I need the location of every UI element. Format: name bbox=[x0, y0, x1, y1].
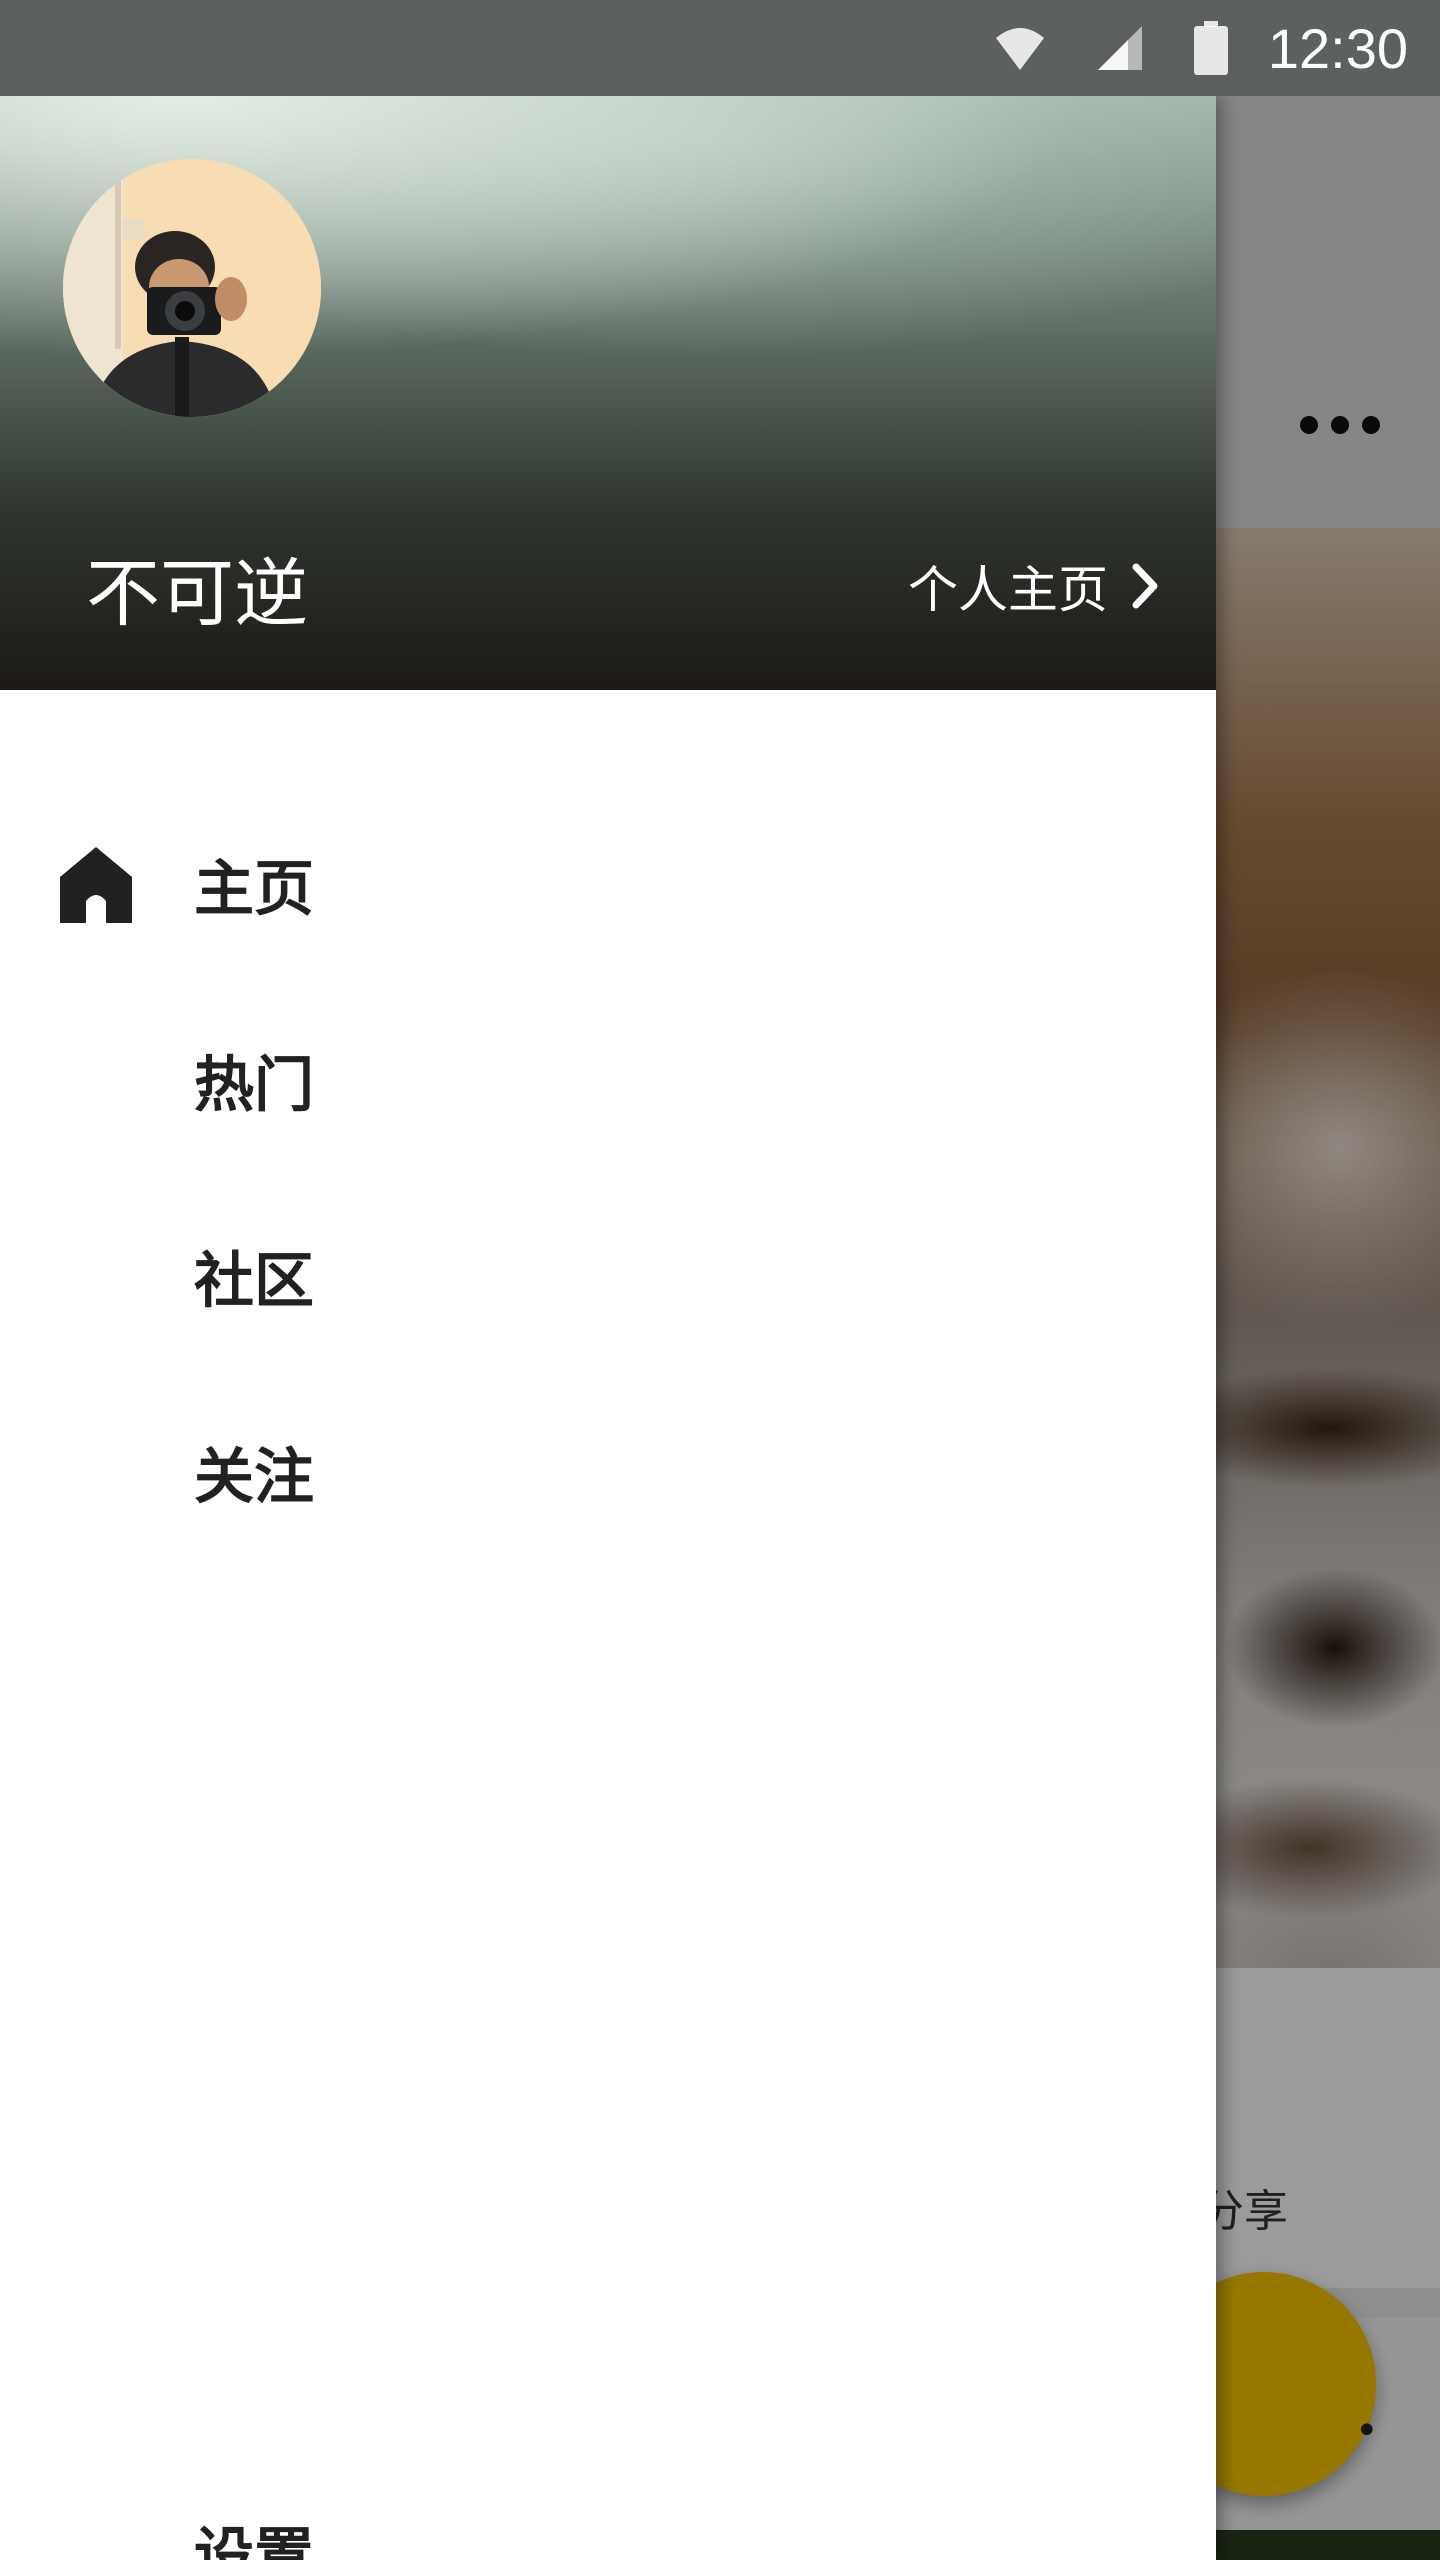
drawer-header: 不可逆 个人主页 bbox=[0, 96, 1216, 690]
battery-icon bbox=[1193, 21, 1228, 75]
status-time: 12:30 bbox=[1267, 16, 1408, 80]
navigation-drawer: 不可逆 个人主页 主页 热门 社区 关注 设置 bbox=[0, 96, 1216, 2560]
menu-item-label: 热门 bbox=[194, 1050, 314, 1121]
menu-item-following[interactable]: 关注 bbox=[0, 1374, 1216, 1570]
profile-link[interactable]: 个人主页 bbox=[908, 550, 1160, 622]
profile-link-label: 个人主页 bbox=[908, 561, 1108, 619]
menu-item-trending[interactable]: 热门 bbox=[0, 982, 1216, 1178]
menu-item-label: 社区 bbox=[194, 1246, 314, 1317]
avatar[interactable] bbox=[63, 159, 321, 417]
drawer-menu: 主页 热门 社区 关注 bbox=[0, 786, 1216, 1570]
settings-label: 设置 bbox=[194, 2521, 314, 2560]
status-bar: 12:30 bbox=[0, 0, 1440, 96]
menu-item-home[interactable]: 主页 bbox=[0, 786, 1216, 982]
home-icon bbox=[60, 847, 132, 923]
menu-item-label: 关注 bbox=[194, 1442, 314, 1513]
wifi-icon bbox=[995, 28, 1044, 70]
username: 不可逆 bbox=[86, 551, 308, 637]
chevron-right-icon bbox=[1132, 563, 1158, 609]
menu-item-settings[interactable]: 设置 bbox=[0, 2453, 1216, 2560]
menu-item-label: 主页 bbox=[194, 854, 314, 925]
cellular-signal-icon bbox=[1097, 26, 1142, 70]
menu-item-community[interactable]: 社区 bbox=[0, 1178, 1216, 1374]
